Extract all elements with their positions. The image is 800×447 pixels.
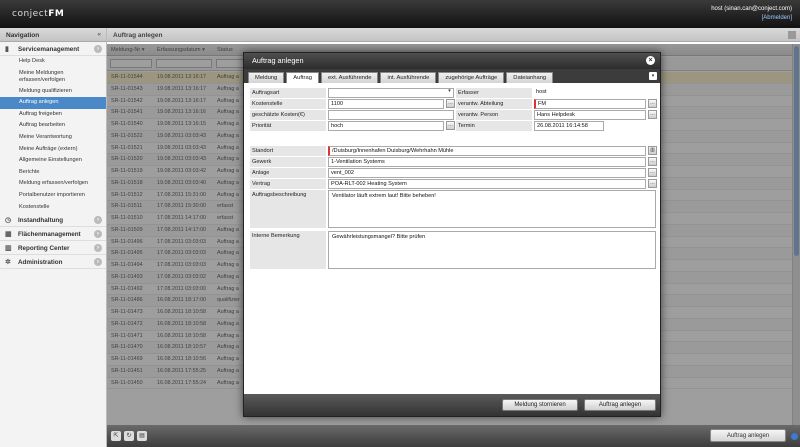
top-bar: conjectFM host (sinan.can@conject.com) […: [0, 0, 800, 28]
user-info: host (sinan.can@conject.com) [Abmelden]: [711, 5, 792, 23]
label-beschreibung: Auftragsbeschreibung: [250, 190, 326, 228]
expand-icon[interactable]: ›: [94, 244, 102, 253]
abteilung-field[interactable]: FM: [534, 99, 646, 109]
lookup-button[interactable]: …: [446, 99, 455, 108]
lookup-button[interactable]: …: [648, 179, 657, 188]
gewerk-field[interactable]: 1-Ventilation Systems: [328, 157, 646, 167]
label-anlage: Anlage: [250, 168, 326, 178]
tab-int-ausfuehrende[interactable]: int. Ausführende: [380, 72, 437, 83]
chevron-down-icon[interactable]: ▾: [649, 72, 657, 80]
lookup-button[interactable]: …: [648, 157, 657, 166]
app-logo: conjectFM: [12, 9, 65, 19]
tab-auftrag[interactable]: Auftrag: [286, 72, 319, 83]
sidebar: Navigation « ▮ Servicemanagement › Help …: [0, 28, 107, 447]
dialog-footer: Meldung stornieren Auftrag anlegen: [244, 394, 660, 416]
label-kostenstelle: Kostenstelle: [250, 99, 326, 109]
sidebar-item-meldung-erfassen[interactable]: Meldung erfassen/verfolgen: [0, 178, 106, 190]
expand-icon[interactable]: ›: [94, 45, 102, 53]
lookup-button[interactable]: …: [446, 121, 455, 130]
sidebar-group-reporting-center[interactable]: ▥ Reporting Center ›: [0, 241, 106, 256]
prioritaet-field[interactable]: hoch: [328, 121, 444, 131]
create-order-button[interactable]: Auftrag anlegen: [710, 429, 786, 442]
cancel-report-button[interactable]: Meldung stornieren: [502, 399, 578, 411]
order-form: Auftragsart ▾ Kostenstelle 1100 … geschä…: [250, 88, 657, 388]
logout-link[interactable]: [Abmelden]: [711, 14, 792, 23]
tab-meldung[interactable]: Meldung: [248, 72, 285, 83]
tree-select-icon[interactable]: ▥: [648, 146, 657, 155]
collapse-icon[interactable]: «: [97, 31, 101, 38]
user-name: host (sinan.can@conject.com): [711, 6, 792, 12]
sidebar-item-berichte[interactable]: Berichte: [0, 167, 106, 179]
label-person: verantw. Person: [456, 110, 532, 120]
sidebar-item-meldung-qualifizieren[interactable]: Meldung qualifizieren: [0, 86, 106, 98]
close-icon[interactable]: ×: [646, 56, 655, 65]
tab-ext-ausfuehrende[interactable]: ext. Ausführende: [320, 72, 379, 83]
beschreibung-textarea[interactable]: Ventilator läuft extrem laut! Bitte behe…: [328, 190, 656, 228]
termin-field[interactable]: 26.08.2011 16:14:58: [534, 121, 604, 131]
anlage-field[interactable]: vent_002: [328, 168, 646, 178]
sidebar-item-meine-meldungen[interactable]: Meine Meldungen erfassen/verfolgen: [0, 68, 106, 86]
vertrag-field[interactable]: POA-RLT-002 Heating System: [328, 179, 646, 189]
erfasser-value: host: [534, 88, 656, 98]
columns-icon[interactable]: ▤: [137, 431, 147, 441]
label-kosten: geschätzte Kosten(€): [250, 110, 326, 120]
sidebar-group-servicemanagement[interactable]: ▮ Servicemanagement ›: [0, 42, 106, 56]
sidebar-item-auftrag-freigeben[interactable]: Auftrag freigeben: [0, 109, 106, 121]
gear-icon: ✲: [5, 259, 11, 267]
sidebar-item-portalbenutzer[interactable]: Portalbenutzer importieren: [0, 190, 106, 202]
lookup-button[interactable]: …: [648, 99, 657, 108]
chart-icon: ▥: [5, 245, 12, 253]
timer-icon: ◷: [5, 217, 12, 225]
create-order-dialog-button[interactable]: Auftrag anlegen: [584, 399, 656, 411]
label-standort: Standort: [250, 146, 326, 156]
sidebar-group-instandhaltung[interactable]: ◷ Instandhaltung ›: [0, 213, 106, 228]
label-prioritaet: Priorität: [250, 121, 326, 131]
area-icon: ▦: [5, 231, 12, 239]
sidebar-item-kostenstelle[interactable]: Kostenstelle: [0, 202, 106, 214]
lookup-button[interactable]: …: [648, 110, 657, 119]
bottom-toolbar: ⇱ ↻ ▤ Auftrag anlegen: [107, 425, 800, 447]
label-termin: Termin: [456, 121, 532, 131]
tab-dateianhang[interactable]: Dateianhang: [506, 72, 554, 83]
label-auftragsart: Auftragsart: [250, 88, 326, 98]
expand-icon[interactable]: ›: [94, 230, 102, 239]
kostenstelle-field[interactable]: 1100: [328, 99, 444, 109]
label-erfasser: Erfasser: [456, 88, 532, 98]
status-icon: [791, 433, 798, 440]
sidebar-group-flaechenmanagement[interactable]: ▦ Flächenmanagement ›: [0, 227, 106, 242]
wrench-icon: ▮: [5, 46, 9, 53]
bemerkung-textarea[interactable]: Gewährleistungsmangel? Bitte prüfen: [328, 231, 656, 269]
kosten-field[interactable]: [328, 110, 454, 120]
lookup-button[interactable]: …: [648, 168, 657, 177]
standort-field[interactable]: /Duisburg/Innenhafen Duisburg/Wehrhahn M…: [328, 146, 646, 156]
maximize-icon[interactable]: [788, 31, 796, 39]
sidebar-item-help-desk[interactable]: Help Desk: [0, 56, 106, 68]
create-order-dialog: Auftrag anlegen × Meldung Auftrag ext. Aus…: [243, 52, 661, 417]
page-title: Auftrag anlegen: [107, 28, 800, 42]
chevron-down-icon[interactable]: ▾: [445, 88, 454, 97]
sidebar-item-meine-auftraege[interactable]: Meine Aufträge (extern): [0, 144, 106, 156]
tab-zugehoerige-auftraege[interactable]: zugehörige Aufträge: [438, 72, 505, 83]
dialog-tabs: Meldung Auftrag ext. Ausführende int. Ausfü…: [244, 69, 660, 83]
person-field[interactable]: Hans Helpdesk: [534, 110, 646, 120]
refresh-icon[interactable]: ↻: [124, 431, 134, 441]
sidebar-group-administration[interactable]: ✲ Administration ›: [0, 255, 106, 270]
label-bemerkung: Interne Bemerkung: [250, 231, 326, 269]
label-gewerk: Gewerk: [250, 157, 326, 167]
auftragsart-select[interactable]: [328, 88, 454, 98]
sidebar-item-auftrag-bearbeiten[interactable]: Auftrag bearbeiten: [0, 120, 106, 132]
export-icon[interactable]: ⇱: [111, 431, 121, 441]
expand-icon[interactable]: ›: [94, 216, 102, 225]
expand-icon[interactable]: ›: [94, 258, 102, 267]
sidebar-header: Navigation «: [0, 28, 106, 42]
sidebar-item-allgemeine-einstellungen[interactable]: Allgemeine Einstellungen: [0, 155, 106, 167]
dialog-title: Auftrag anlegen ×: [244, 53, 660, 69]
label-abteilung: verantw. Abteilung: [456, 99, 532, 109]
label-vertrag: Vertrag: [250, 179, 326, 189]
sidebar-item-auftrag-anlegen[interactable]: Auftrag anlegen: [0, 97, 106, 109]
sidebar-item-meine-verantwortung[interactable]: Meine Verantwortung: [0, 132, 106, 144]
